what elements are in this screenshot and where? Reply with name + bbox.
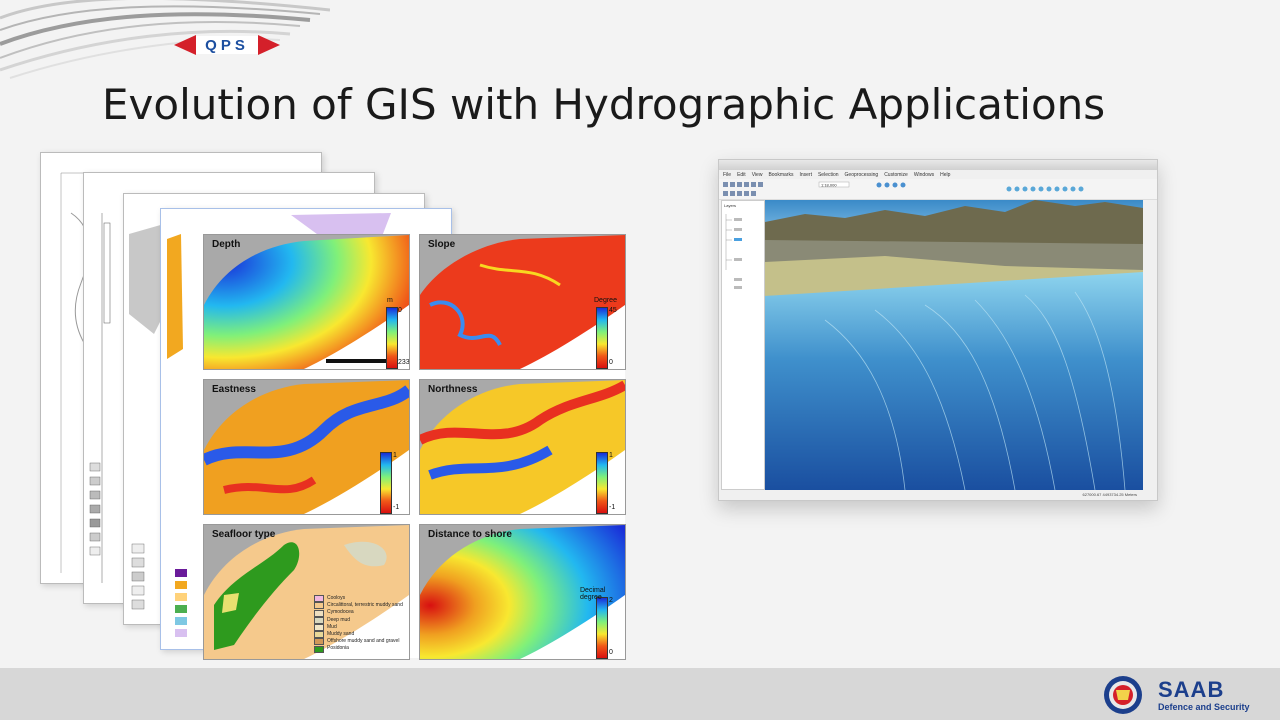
gis-menu-item[interactable]: Windows <box>914 172 934 178</box>
legend-item: Muddy sand <box>314 631 403 639</box>
northness-colorbar-min: -1 <box>609 504 616 511</box>
panel-distance-to-shore-label: Distance to shore <box>428 529 512 540</box>
gis-menu-item[interactable]: Customize <box>884 172 908 178</box>
legend-item: Cymodocea <box>314 609 403 617</box>
legend-swatch <box>314 595 324 603</box>
slope-colorbar <box>596 307 608 369</box>
gis-menu-item[interactable]: Geoprocessing <box>845 172 879 178</box>
gis-menu-item[interactable]: View <box>752 172 763 178</box>
eastness-colorbar-max: 1 <box>393 452 397 459</box>
gis-menu-item[interactable]: Help <box>940 172 950 178</box>
northness-colorbar-max: 1 <box>609 452 613 459</box>
hydrographic-maps-grid: Depth m 0 233 Slope Degree 45 0 Eastness <box>203 234 626 660</box>
eastness-colorbar-min: -1 <box>393 504 400 511</box>
panel-depth-label: Depth <box>212 239 241 250</box>
legend-item: Deep mud <box>314 617 403 624</box>
seafloor-legend: Cooloys Circalittoral, terrestric muddy … <box>314 595 403 653</box>
eastness-colorbar <box>380 452 392 514</box>
panel-slope-label: Slope <box>428 239 456 250</box>
legend-label: Cooloys <box>327 595 346 601</box>
panel-eastness-label: Eastness <box>212 384 256 395</box>
legend-item: Posidonia <box>314 645 403 653</box>
depth-colorbar <box>386 307 398 369</box>
depth-map <box>204 235 409 369</box>
legend-label: Cymodocea <box>327 609 354 616</box>
panel-depth: Depth m 0 233 <box>203 234 410 370</box>
qps-logo-text: QPS <box>205 37 249 54</box>
gis-menu-item[interactable]: Edit <box>737 172 746 178</box>
gis-titlebar <box>719 160 1157 170</box>
distance-colorbar-min: 0 <box>609 649 613 656</box>
legend-swatch <box>314 638 324 646</box>
legend-swatch <box>314 602 324 610</box>
legend-swatch <box>314 616 324 624</box>
gis-scale-box: 1:18,000 <box>821 182 837 187</box>
footer-bar <box>0 668 1280 720</box>
depth-colorbar-max: 0 <box>398 307 402 314</box>
northness-colorbar <box>596 452 608 514</box>
legend-item: Cooloys <box>314 595 403 603</box>
gis-menu-bar: File Edit View Bookmarks Insert Selectio… <box>719 170 1157 179</box>
panel-distance-to-shore: Distance to shore Decimal degree 2 0 <box>419 524 626 660</box>
qps-logo: QPS <box>174 35 280 55</box>
depth-colorbar-unit: m <box>387 297 393 304</box>
slope-colorbar-max: 45 <box>609 307 617 314</box>
gis-status-bar: 627000.67 4493734.25 Meters <box>1082 492 1138 497</box>
panel-northness: Northness 1 -1 <box>419 379 626 515</box>
slide-title: Evolution of GIS with Hydrographic Appli… <box>102 80 1106 129</box>
toc-layers-heading: Layers <box>724 203 737 208</box>
northness-map <box>420 380 625 514</box>
saab-company-name: SAAB <box>1158 677 1225 702</box>
gis-menu-item[interactable]: Selection <box>818 172 839 178</box>
slope-colorbar-min: 0 <box>609 359 613 366</box>
saab-emblem-logo <box>1104 676 1142 714</box>
gis-menu-item[interactable]: Bookmarks <box>768 172 793 178</box>
gis-3d-scene-view[interactable] <box>765 200 1143 490</box>
gis-table-of-contents[interactable]: Layers <box>721 200 765 490</box>
bathymetry-3d-scene <box>765 200 1143 490</box>
eastness-map <box>204 380 409 514</box>
gis-menu-item[interactable]: Insert <box>799 172 812 178</box>
distance-colorbar <box>596 597 608 659</box>
distance-colorbar-max: 2 <box>609 597 613 604</box>
legend-label: Muddy sand <box>327 631 355 638</box>
panel-seafloor-type: Seafloor type Cooloys Circalittoral, ter… <box>203 524 410 660</box>
panel-eastness: Eastness 1 -1 <box>203 379 410 515</box>
legend-label: Deep mud <box>327 616 351 623</box>
legend-item: Mud <box>314 624 403 631</box>
toc-tree-lines <box>725 214 742 289</box>
legend-label: Posidonia <box>327 645 349 652</box>
saab-tagline: Defence and Security <box>1158 702 1250 712</box>
legend-label: Circalittoral, terrestric muddy sand <box>327 602 403 609</box>
legend-label: Offshore muddy sand and gravel <box>327 638 400 645</box>
gis-menu-item[interactable]: File <box>723 172 731 178</box>
legend-swatch <box>314 631 324 639</box>
distance-colorbar-unit: Decimal degree <box>580 587 606 601</box>
panel-northness-label: Northness <box>428 384 478 395</box>
legend-label: Mud <box>327 623 337 630</box>
legend-swatch <box>314 609 324 617</box>
depth-colorbar-min: 233 <box>398 359 410 366</box>
slope-colorbar-unit: Degree <box>594 297 617 304</box>
gis-toolbar: 1:18,000 <box>719 179 1157 200</box>
legend-item: Offshore muddy sand and gravel <box>314 638 403 646</box>
gis-toolbar-icons: 1:18,000 <box>723 181 1084 196</box>
legend-item: Circalittoral, terrestric muddy sand <box>314 602 403 610</box>
panel-seafloor-type-label: Seafloor type <box>212 529 276 540</box>
gis-application-window: File Edit View Bookmarks Insert Selectio… <box>718 159 1158 501</box>
panel-slope: Slope Degree 45 0 <box>419 234 626 370</box>
legend-swatch <box>314 623 324 631</box>
legend-swatch <box>314 645 324 653</box>
